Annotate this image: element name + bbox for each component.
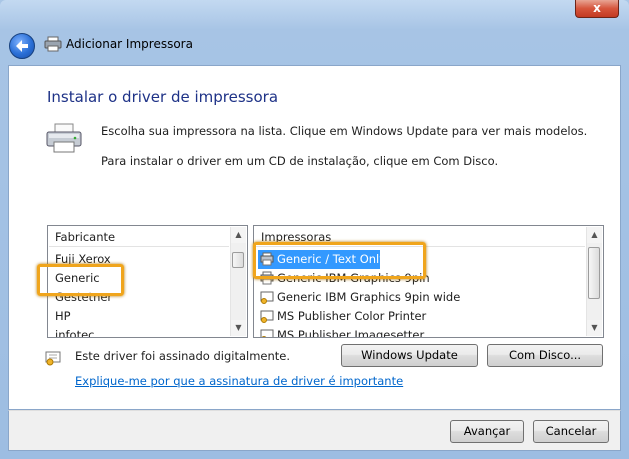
list-header: Fabricante	[49, 227, 229, 247]
instruction-text: Para instalar o driver em um CD de insta…	[101, 154, 499, 168]
close-icon: x	[593, 1, 601, 15]
list-item[interactable]: infotec	[49, 326, 229, 337]
printer-name: Generic IBM Graphics 9pin wide	[277, 290, 461, 304]
highlight-generic	[37, 264, 124, 296]
close-button[interactable]: x	[575, 0, 619, 18]
vertical-scrollbar[interactable]: ▲ ▼	[586, 227, 602, 336]
cancel-button[interactable]: Cancelar	[533, 420, 609, 443]
page-title: Instalar o driver de impressora	[47, 88, 279, 106]
list-item[interactable]: MS Publisher Imagesetter	[258, 326, 584, 338]
windows-update-button[interactable]: Windows Update	[341, 344, 478, 367]
printer-icon	[44, 36, 62, 52]
back-arrow-icon	[16, 40, 28, 52]
certificate-icon	[260, 329, 274, 337]
printer-name: MS Publisher Imagesetter	[277, 328, 425, 338]
back-button[interactable]	[9, 33, 35, 59]
driver-signing-link[interactable]: Explique-me por que a assinatura de driv…	[75, 374, 403, 388]
vertical-scrollbar[interactable]: ▲ ▼	[230, 227, 246, 336]
scroll-up-icon[interactable]: ▲	[587, 227, 602, 243]
scroll-down-icon[interactable]: ▼	[231, 320, 246, 336]
scroll-up-icon[interactable]: ▲	[231, 227, 246, 243]
printer-icon	[46, 123, 82, 153]
printer-name: MS Publisher Color Printer	[277, 309, 427, 323]
list-item[interactable]: Generic IBM Graphics 9pin wide	[258, 288, 584, 307]
certificate-icon	[45, 351, 61, 366]
instruction-text: Escolha sua impressora na lista. Clique …	[101, 124, 588, 138]
list-item[interactable]: HP	[49, 307, 229, 326]
window-title: Adicionar Impressora	[66, 37, 193, 51]
scroll-down-icon[interactable]: ▼	[587, 320, 602, 336]
footer-bar: Avançar Cancelar	[8, 410, 621, 451]
next-button[interactable]: Avançar	[450, 420, 524, 443]
highlight-generic-text-only	[253, 242, 426, 279]
have-disk-button[interactable]: Com Disco...	[487, 344, 603, 367]
scroll-thumb[interactable]	[588, 247, 600, 299]
list-item[interactable]: MS Publisher Color Printer	[258, 307, 584, 326]
signature-status: Este driver foi assinado digitalmente.	[75, 349, 291, 363]
certificate-icon	[260, 310, 274, 323]
content-panel: Instalar o driver de impressora Escolha …	[8, 65, 621, 410]
certificate-icon	[260, 291, 274, 304]
scroll-thumb[interactable]	[232, 252, 244, 268]
